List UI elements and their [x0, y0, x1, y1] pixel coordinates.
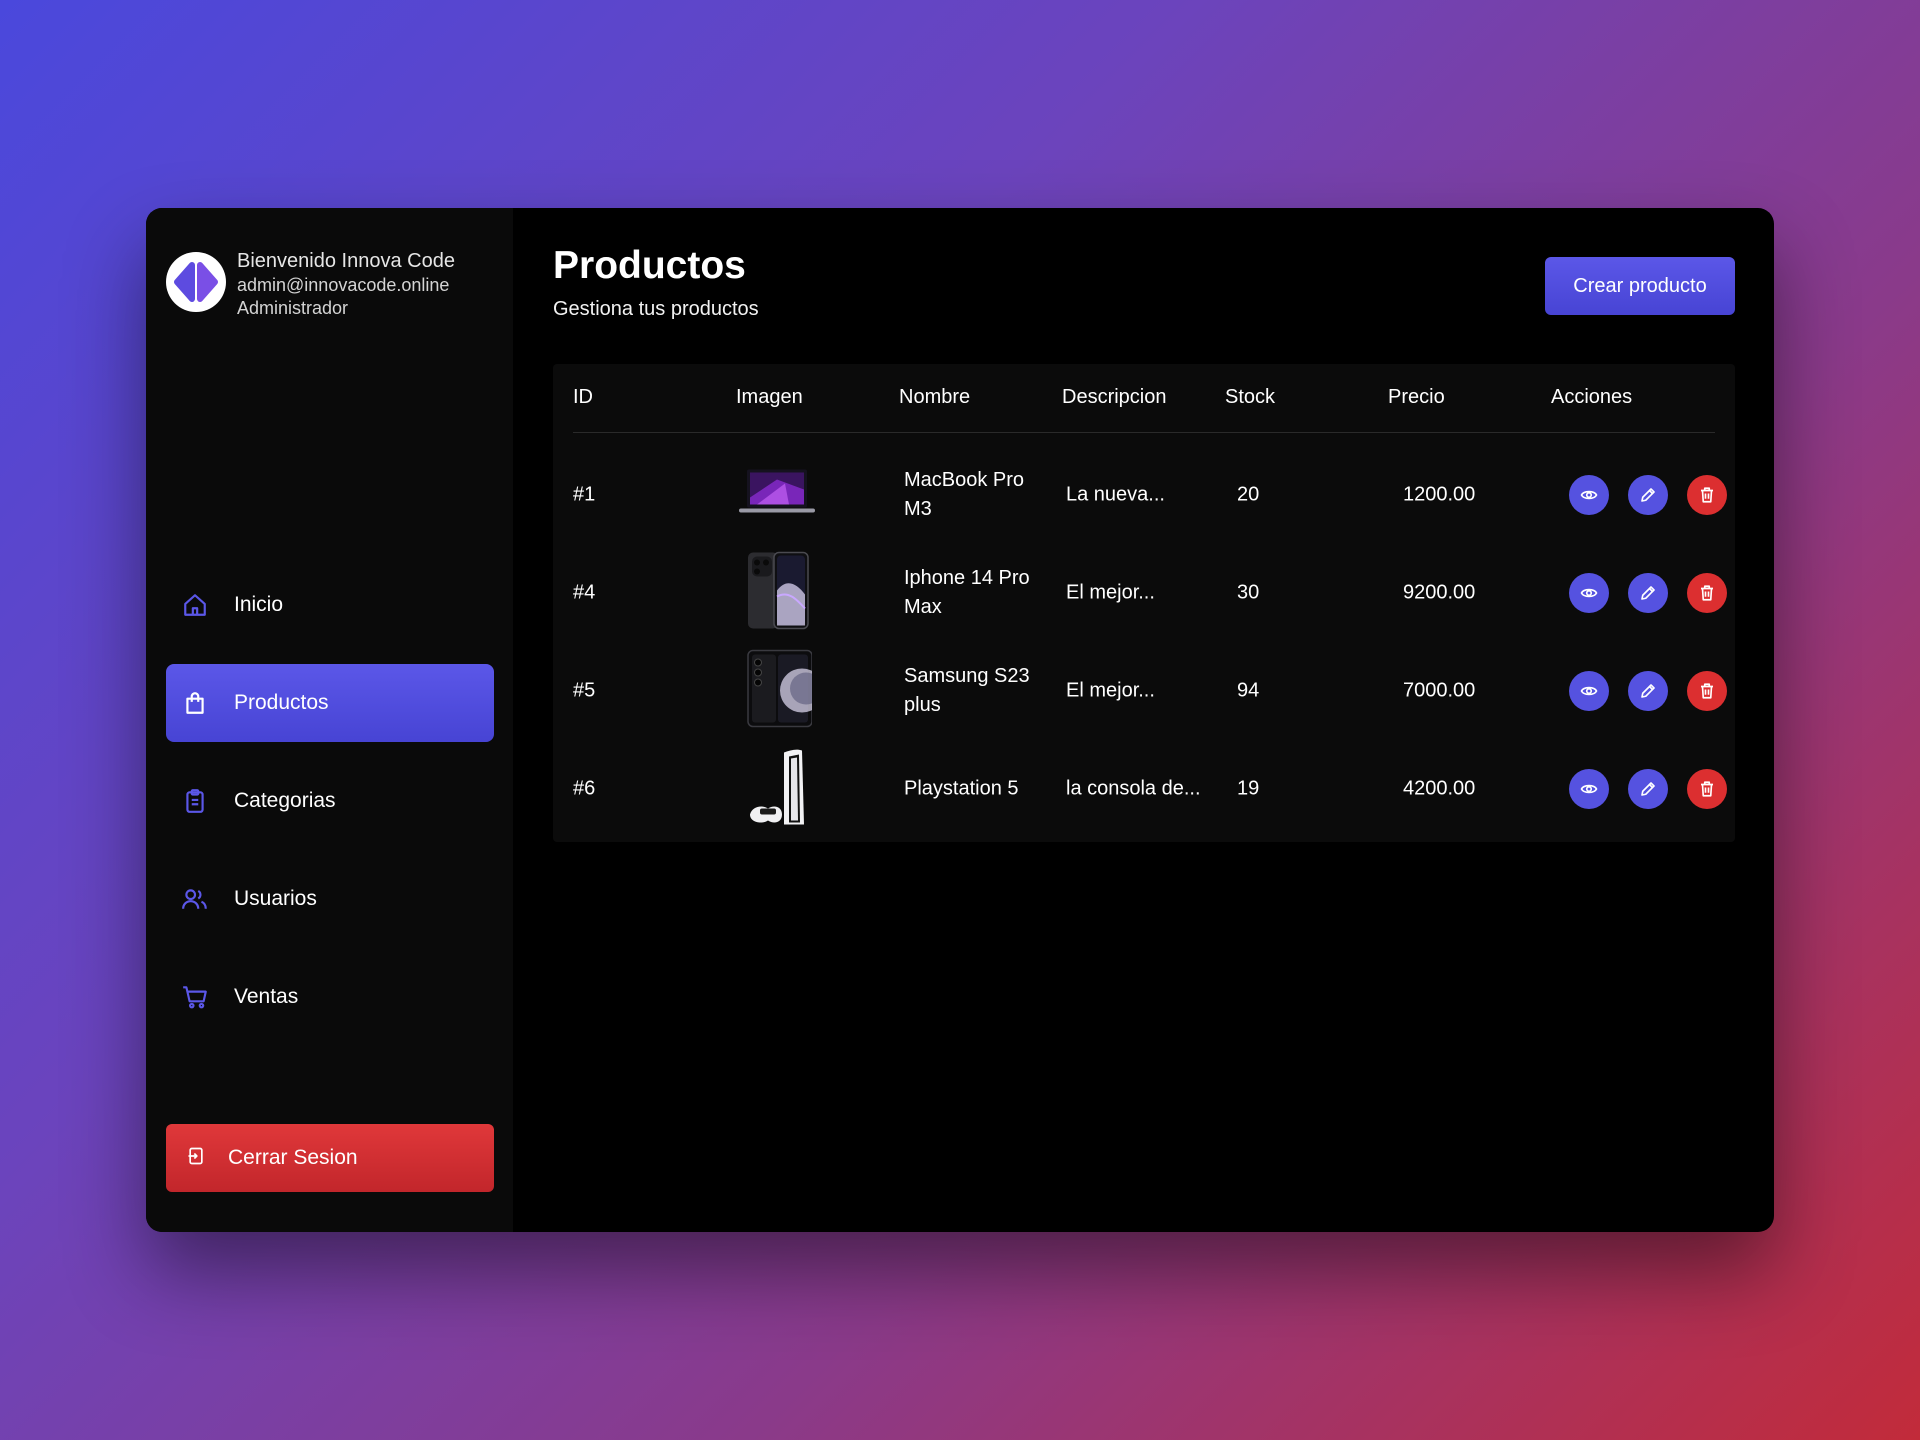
view-button[interactable] [1569, 475, 1609, 515]
products-table: ID Imagen Nombre Descripcion Stock Preci… [553, 364, 1735, 842]
sidebar-item-ventas[interactable]: Ventas [166, 958, 494, 1036]
trash-icon [1701, 683, 1713, 699]
table-row: #6 Playstation 5 la consola de... 19 420… [553, 740, 1735, 838]
product-description: La nueva... [1066, 483, 1165, 506]
column-header-nombre: Nombre [899, 386, 971, 408]
product-name: Samsung S23 plus [904, 665, 1030, 716]
eye-icon [1580, 588, 1598, 598]
app-window: Bienvenido Innova Code admin@innovacode.… [146, 208, 1774, 1232]
pencil-icon [1641, 488, 1655, 502]
page-title: Productos [553, 244, 746, 287]
column-header-imagen: Imagen [736, 386, 803, 408]
eye-icon [1580, 784, 1598, 794]
sidebar-item-usuarios[interactable]: Usuarios [166, 860, 494, 938]
delete-button[interactable] [1687, 475, 1727, 515]
welcome-text: Bienvenido Innova Code [237, 250, 455, 272]
product-name: Iphone 14 Pro Max [904, 567, 1030, 618]
column-header-acciones: Acciones [1551, 386, 1633, 408]
product-price: 9200.00 [1403, 581, 1476, 604]
delete-button[interactable] [1687, 769, 1727, 809]
product-id: #1 [573, 483, 596, 506]
sidebar-item-label: Ventas [234, 985, 299, 1008]
view-button[interactable] [1569, 573, 1609, 613]
laptop-image [737, 468, 817, 523]
sidebar-item-label: Productos [234, 691, 329, 714]
product-stock: 30 [1237, 581, 1260, 604]
sidebar-item-inicio[interactable]: Inicio [166, 566, 494, 644]
logout-icon [186, 1146, 206, 1171]
product-description: El mejor... [1066, 581, 1155, 604]
pencil-icon [1641, 586, 1655, 600]
table-row: #1 MacBook Pro M3 La nueva... 20 1200.00 [553, 446, 1735, 544]
product-id: #5 [573, 679, 596, 702]
product-description: la consola de... [1066, 777, 1201, 800]
product-id: #4 [573, 581, 596, 604]
delete-button[interactable] [1687, 671, 1727, 711]
product-price: 7000.00 [1403, 679, 1476, 702]
product-price: 1200.00 [1403, 483, 1476, 506]
page-subtitle: Gestiona tus productos [553, 298, 759, 320]
product-description: El mejor... [1066, 679, 1155, 702]
user-role: Administrador [237, 298, 349, 319]
edit-button[interactable] [1628, 671, 1668, 711]
user-profile: Bienvenido Innova Code admin@innovacode.… [166, 248, 455, 321]
product-stock: 20 [1237, 483, 1260, 506]
edit-button[interactable] [1628, 475, 1668, 515]
user-email: admin@innovacode.online [237, 275, 450, 295]
view-button[interactable] [1569, 671, 1609, 711]
eye-icon [1580, 490, 1598, 500]
create-product-button[interactable]: Crear producto [1545, 257, 1735, 315]
product-stock: 94 [1237, 679, 1260, 702]
product-price: 4200.00 [1403, 777, 1476, 800]
pencil-icon [1641, 782, 1655, 796]
clipboard-icon [180, 786, 210, 816]
cart-icon [180, 982, 210, 1012]
home-icon [180, 590, 210, 620]
sidebar-nav: Inicio Productos Categorias Usuarios Ven… [166, 566, 494, 1056]
sidebar-item-label: Inicio [234, 593, 284, 616]
product-name: MacBook Pro M3 [904, 469, 1025, 520]
pencil-icon [1641, 684, 1655, 698]
users-icon [180, 884, 210, 914]
phone-image [744, 649, 824, 734]
sidebar-item-label: Categorias [234, 789, 336, 812]
delete-button[interactable] [1687, 573, 1727, 613]
logout-label: Cerrar Sesion [228, 1146, 358, 1169]
column-header-stock: Stock [1225, 386, 1276, 408]
trash-icon [1701, 781, 1713, 797]
sidebar-item-categorias[interactable]: Categorias [166, 762, 494, 840]
product-id: #6 [573, 777, 596, 800]
column-header-id: ID [573, 386, 593, 408]
product-stock: 19 [1237, 777, 1260, 800]
logout-button[interactable]: Cerrar Sesion [166, 1124, 494, 1192]
column-header-descripcion: Descripcion [1062, 386, 1167, 408]
edit-button[interactable] [1628, 769, 1668, 809]
innovacode-logo-icon [166, 252, 226, 312]
table-row: #5 Samsung S23 plus El mejor... 94 7000.… [553, 642, 1735, 740]
edit-button[interactable] [1628, 573, 1668, 613]
table-row: #4 Iphone 14 Pro Max El mejor... 30 9200… [553, 544, 1735, 642]
sidebar-item-productos[interactable]: Productos [166, 664, 494, 742]
view-button[interactable] [1569, 769, 1609, 809]
trash-icon [1701, 487, 1713, 503]
table-header: ID Imagen Nombre Descripcion Stock Preci… [573, 364, 1715, 433]
sidebar-item-label: Usuarios [234, 887, 317, 910]
product-name: Playstation 5 [904, 777, 1019, 800]
console-image [744, 747, 812, 832]
main-content: Productos Gestiona tus productos Crear p… [513, 208, 1774, 1232]
phone-image [744, 551, 812, 636]
column-header-precio: Precio [1388, 386, 1445, 408]
eye-icon [1580, 686, 1598, 696]
sidebar: Bienvenido Innova Code admin@innovacode.… [146, 208, 513, 1232]
shopping-bag-icon [180, 688, 210, 718]
trash-icon [1701, 585, 1713, 601]
